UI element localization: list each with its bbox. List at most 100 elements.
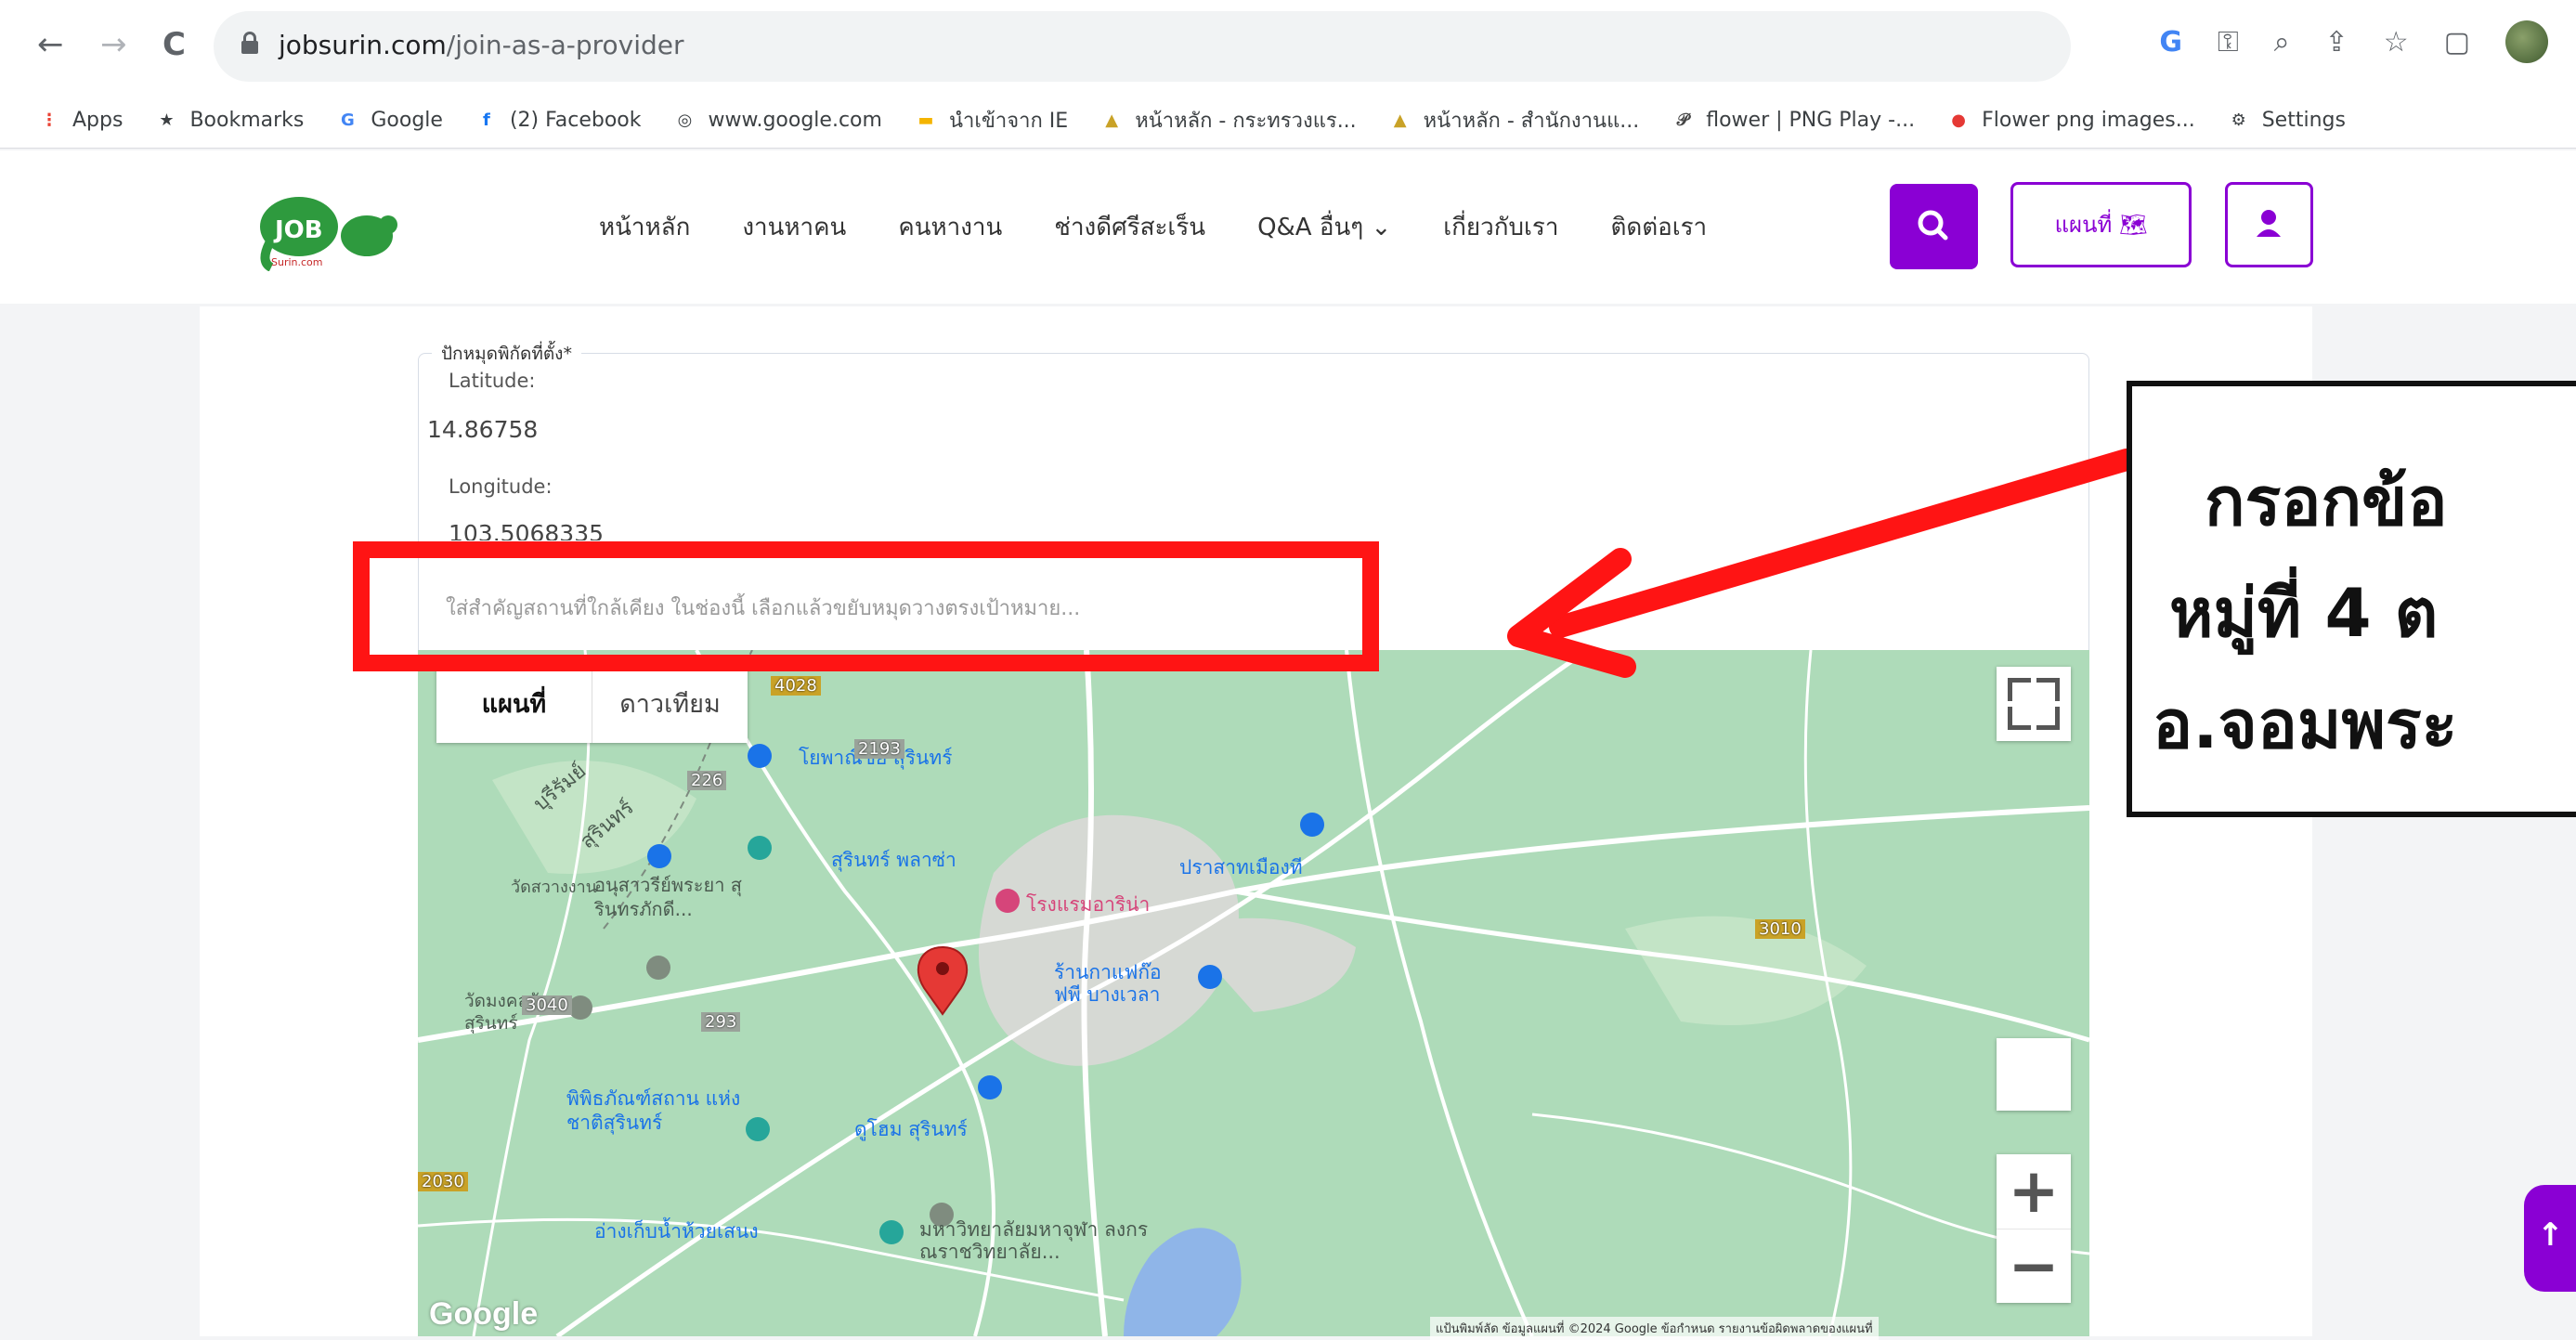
map-place-label: ร้านกาแฟก๊อ ฟพี บางเวลา <box>1054 961 1162 1006</box>
road-number-label: 293 <box>701 1012 741 1032</box>
facebook-icon: f <box>483 110 490 130</box>
user-account-button[interactable] <box>2225 182 2313 267</box>
latitude-value[interactable]: 14.86758 <box>427 416 538 443</box>
fullscreen-icon <box>2008 678 2031 701</box>
map-place-label: ปราสาทเมืองที <box>1179 856 1303 878</box>
zoom-control: + − <box>1997 1154 2071 1303</box>
apps-grid-icon: ⋮ <box>41 110 58 130</box>
nav-item[interactable]: งานหาคน <box>742 208 846 246</box>
bookmark-label: Settings <box>2261 109 2346 132</box>
bookmark-label: หน้าหลัก - สำนักงานแ... <box>1423 110 1640 133</box>
google-icon: G <box>340 110 355 130</box>
bookmark-label: flower | PNG Play -... <box>1706 109 1916 132</box>
drop-icon: ● <box>1951 110 1966 130</box>
pinterest-icon: 𝒫 <box>1676 110 1689 130</box>
user-icon <box>2257 210 2281 237</box>
highlight-box <box>353 541 1379 671</box>
map-place-label: อ่างเก็บน้ำห้วยเสนง <box>594 1220 759 1242</box>
map-type-map-button[interactable]: แผนที่ <box>436 667 592 743</box>
share-icon[interactable]: ⇪ <box>2325 26 2348 59</box>
star-icon[interactable]: ☆ <box>2384 26 2409 59</box>
bookmark-item[interactable]: ⋮ Apps <box>37 109 123 133</box>
bookmark-label: Bookmarks <box>189 109 305 132</box>
longitude-value[interactable]: 103.5068335 <box>449 520 604 540</box>
map-type-control: แผนที่ ดาวเทียม <box>436 667 748 743</box>
globe-icon: ◎ <box>677 110 693 130</box>
callout-line-1: กรอกข้อ <box>2205 462 2448 540</box>
nav-item[interactable]: ช่างดีศรีสะเร็น <box>1054 208 1205 246</box>
map-type-satellite-button[interactable]: ดาวเทียม <box>592 667 748 743</box>
red-arrow-icon <box>1507 449 2136 678</box>
fullscreen-button[interactable] <box>1997 667 2071 741</box>
url-text: jobsurin.com/join-as-a-provider <box>279 30 684 60</box>
bookmark-item[interactable]: f (2) Facebook <box>475 109 642 133</box>
map-attribution[interactable]: แป้นพิมพ์ลัด ข้อมูลแผนที่ ©2024 Google ข… <box>1430 1317 1879 1340</box>
nav-item[interactable]: เกี่ยวกับเรา <box>1443 208 1558 246</box>
sidebar-icon[interactable]: ▢ <box>2444 26 2470 59</box>
nav-item[interactable]: Q&A อื่นๆ ⌄ <box>1257 208 1391 246</box>
scroll-to-top-button[interactable] <box>2524 1185 2576 1292</box>
star-icon: ★ <box>159 110 175 130</box>
site-icon: ▲ <box>1105 110 1119 130</box>
zoom-out-button[interactable]: − <box>1997 1229 2071 1304</box>
bookmark-item[interactable]: ▲ หน้าหลัก - สำนักงานแ... <box>1388 104 1640 137</box>
bookmark-label: (2) Facebook <box>509 109 642 132</box>
zoom-in-button[interactable]: + <box>1997 1154 2071 1229</box>
bookmark-item[interactable]: ▬ นำเข้าจาก IE <box>914 104 1068 137</box>
map-place-label: วัดสวางงาน <box>511 878 597 897</box>
svg-text:JOB: JOB <box>273 216 323 244</box>
bookmark-label: นำเข้าจาก IE <box>948 110 1069 133</box>
bookmark-label: www.google.com <box>708 109 882 132</box>
bookmark-item[interactable]: ◎ www.google.com <box>673 109 882 133</box>
map-place-label: มหาวิทยาลัยมหาจุฬา ลงกรณราชวิทยาลัย... <box>919 1218 1149 1263</box>
nav-item[interactable]: หน้าหลัก <box>599 208 690 246</box>
reload-icon[interactable]: C <box>163 26 186 63</box>
google-logo: Google <box>429 1296 539 1332</box>
bookmark-item[interactable]: ● Flower png images... <box>1946 109 2195 133</box>
road-number-label: 3010 <box>1755 919 1805 939</box>
back-arrow-icon[interactable]: ← <box>37 26 64 63</box>
bookmarks-bar: ⋮ Apps ★ Bookmarks G Google f (2) Facebook ◎ www.… <box>0 93 2576 149</box>
forward-arrow-icon[interactable]: → <box>100 26 127 63</box>
browser-actions: G ⚿ ⌕ ⇪ ☆ ▢ <box>2159 20 2548 63</box>
jobsurin-logo[interactable]: JOB Surin.com <box>251 188 399 271</box>
map-place-label: อนุสาวรีย์พระยา สุรินทรภักดี... <box>594 874 742 920</box>
map-place-label: ดูโฮม สุรินทร์ <box>854 1118 968 1140</box>
site-icon: ▲ <box>1393 110 1407 130</box>
road-number-label: 2193 <box>854 739 904 759</box>
map-button[interactable]: แผนที่ 🗺 <box>2010 182 2192 267</box>
svg-text:Surin.com: Surin.com <box>271 256 323 268</box>
bookmark-label: หน้าหลัก - กระทรวงแร... <box>1135 110 1357 133</box>
street-view-button[interactable] <box>1997 1038 2071 1111</box>
bookmark-item[interactable]: 𝒫flower | PNG Play -... <box>1671 109 1915 133</box>
location-legend: ปักหมุดพิกัดที่ตั้ง* <box>432 340 581 368</box>
map-place-label: โรงแรมอาริน่า <box>1026 893 1151 916</box>
road-number-label: 2030 <box>418 1172 468 1191</box>
zoom-icon[interactable]: ⌕ <box>2274 26 2290 59</box>
bookmark-item[interactable]: G Google <box>335 109 443 133</box>
callout-line-2: หมู่ที่ 4 ต <box>2169 574 2439 652</box>
bookmark-item[interactable]: ★ Bookmarks <box>154 109 304 133</box>
header-search-button[interactable] <box>1890 184 1978 269</box>
bookmark-label: Flower png images... <box>1982 109 2195 132</box>
bookmark-item[interactable]: ⚙ Settings <box>2227 109 2346 133</box>
gear-icon: ⚙ <box>2231 110 2246 130</box>
nav-item[interactable]: ติดต่อเรา <box>1610 208 1707 246</box>
google-map[interactable]: โยพาณิชย์ สุรินทร์ สุรินทร์ พลาซ่า อนุสา… <box>418 650 2089 1336</box>
lock-icon <box>241 32 258 54</box>
nav-item[interactable]: คนหางาน <box>898 208 1002 246</box>
bookmark-item[interactable]: ▲ หน้าหลัก - กระทรวงแร... <box>1099 104 1356 137</box>
google-translate-icon[interactable]: G <box>2159 26 2182 59</box>
map-place-label: พิพิธภัณฑ์สถาน แห่งชาติสุรินทร์ <box>566 1087 741 1134</box>
road-number-label: 226 <box>687 771 727 790</box>
profile-avatar-icon[interactable] <box>2505 20 2548 63</box>
callout-line-3: อ.จอมพระ <box>2153 685 2458 763</box>
instruction-callout: กรอกข้อ หมู่ที่ 4 ต อ.จอมพระ <box>2127 381 2576 817</box>
bookmark-label: Apps <box>72 109 124 132</box>
map-place-label: สุรินทร์ พลาซ่า <box>831 849 956 871</box>
key-icon[interactable]: ⚿ <box>2218 26 2239 59</box>
road-number-label: 4028 <box>771 676 821 696</box>
road-number-label: 3040 <box>522 995 572 1015</box>
longitude-label: Longitude: <box>449 475 553 498</box>
address-bar[interactable]: jobsurin.com/join-as-a-provider <box>214 11 2071 82</box>
